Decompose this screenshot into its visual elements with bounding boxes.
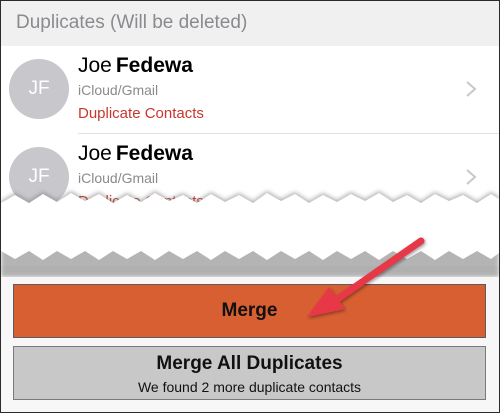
avatar-initials: JF [28, 166, 50, 187]
section-header: Duplicates (Will be deleted) [1, 1, 499, 46]
duplicate-status: Duplicate Contacts [78, 105, 204, 122]
contact-first-name: Joe [78, 142, 112, 165]
contact-last-name: Fedewa [115, 54, 193, 77]
chevron-right-icon[interactable] [465, 168, 477, 186]
contact-first-name: Joe [78, 54, 112, 77]
avatar: JF [9, 59, 69, 119]
merge-all-title: Merge All Duplicates [156, 353, 343, 374]
merge-all-subtitle: We found 2 more duplicate contacts [137, 379, 362, 395]
merge-all-duplicates-button[interactable]: Merge All Duplicates We found 2 more dup… [13, 346, 486, 400]
contact-row[interactable]: JF JoeFedewa iCloud/Gmail Duplicate Cont… [1, 46, 499, 134]
section-title: Duplicates (Will be deleted) [16, 12, 248, 33]
avatar-initials: JF [28, 78, 50, 99]
app-frame: Duplicates (Will be deleted) JF Joe Fedew… [0, 0, 500, 413]
contact-source: iCloud/Gmail [78, 170, 159, 186]
arrow-pointer-icon [307, 237, 425, 317]
contact-name: Joe Fedewa [78, 54, 193, 78]
chevron-right-icon[interactable] [465, 80, 477, 98]
contact-name: Joe Fedewa [78, 142, 193, 166]
contact-last-name: Fedewa [115, 142, 193, 165]
contact-source: iCloud/Gmail [78, 82, 159, 98]
merge-button-label: Merge [221, 300, 278, 321]
